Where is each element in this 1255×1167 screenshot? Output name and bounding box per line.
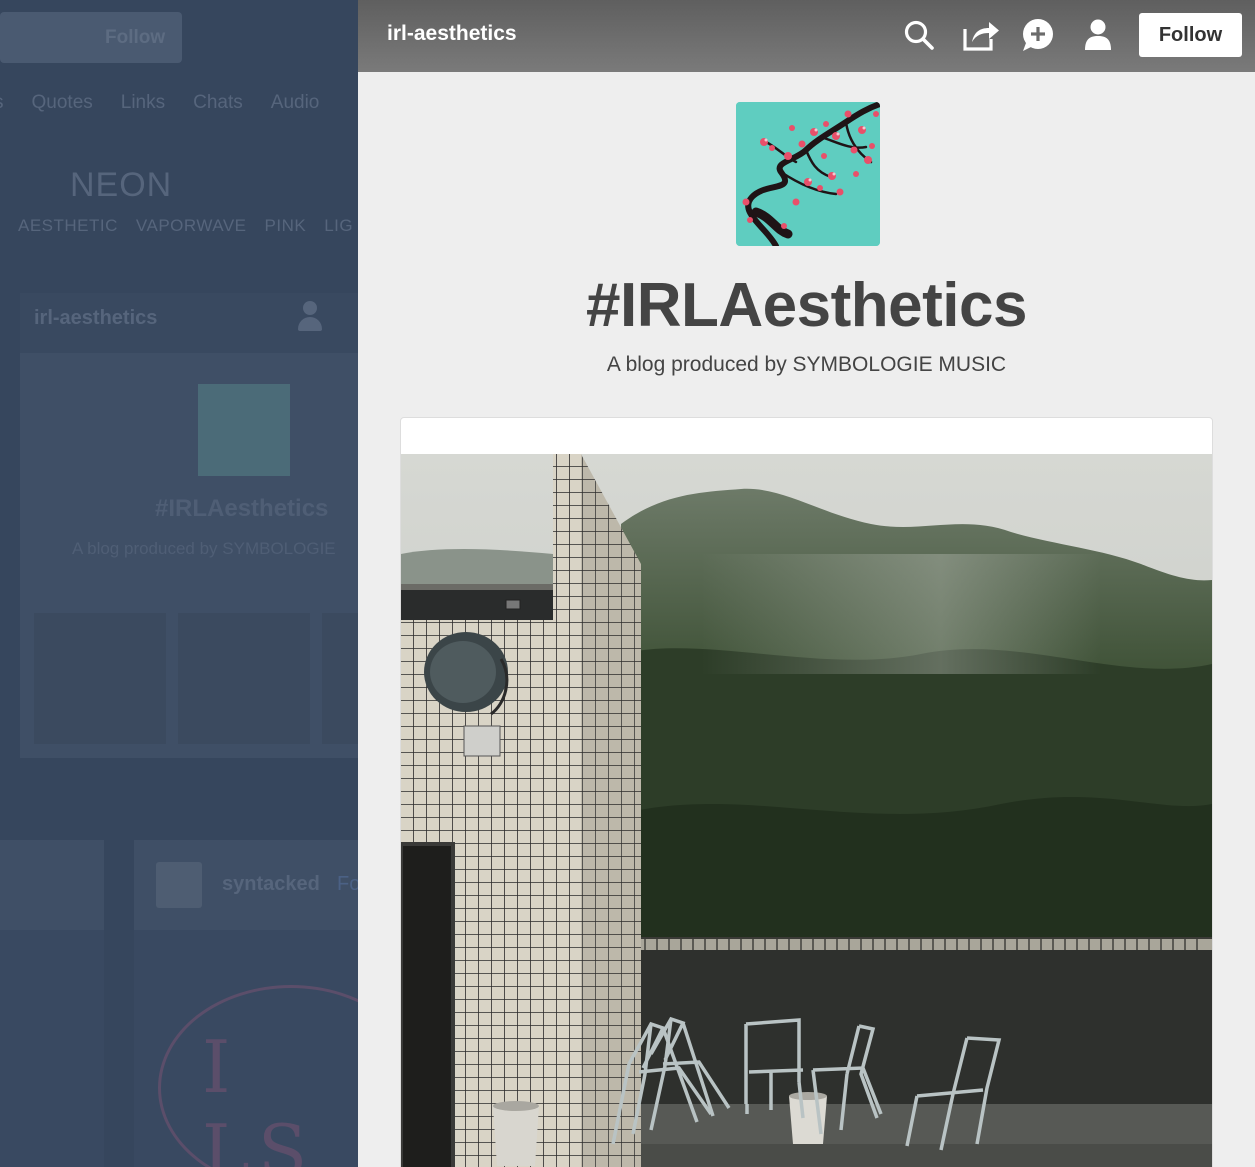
background-post-header: syntacked Fo [134, 840, 358, 930]
background-follow-button[interactable]: Follow [0, 12, 182, 63]
tag-item[interactable]: VAPORWAVE [136, 216, 247, 235]
blog-panel: irl-aesthetics Follow #IRLAesthetics A b… [358, 0, 1255, 1167]
post-photo[interactable] [401, 454, 1212, 1167]
tag-item[interactable]: PINK [265, 216, 307, 235]
tag-item[interactable]: LIG [324, 216, 353, 235]
post-type-item[interactable]: Links [121, 92, 165, 113]
post-type-item[interactable]: Chats [193, 92, 243, 113]
blog-post[interactable] [400, 417, 1213, 1167]
blog-avatar[interactable] [736, 102, 880, 246]
post-type-item[interactable]: Audio [271, 92, 320, 113]
blog-name[interactable]: irl-aesthetics [387, 22, 517, 46]
user-icon[interactable] [1080, 17, 1116, 53]
background-post-header [0, 840, 104, 930]
background-card-thumbnail[interactable] [34, 613, 166, 744]
background-card-blog-name: irl-aesthetics [34, 307, 158, 329]
background-post-type-nav: s Quotes Links Chats Audio [0, 92, 347, 114]
background-card-thumbnail[interactable] [322, 613, 358, 744]
blog-title: #IRLAesthetics [586, 271, 1027, 340]
post-type-item[interactable]: s [0, 92, 4, 113]
background-follow-label: Follow [105, 27, 166, 48]
tag-item[interactable]: AESTHETIC [18, 216, 118, 235]
blog-description: A blog produced by SYMBOLOGIE MUSIC [606, 353, 1007, 376]
background-post-body: I LS [134, 930, 358, 1167]
search-icon[interactable] [901, 17, 937, 53]
background-post-body [0, 930, 104, 1167]
background-card-description: A blog produced by SYMBOLOGIE [72, 539, 336, 558]
share-icon[interactable] [962, 17, 999, 53]
background-neon-title: NEON [70, 166, 173, 204]
background-card-thumbnail[interactable] [178, 613, 310, 744]
background-post-avatar[interactable] [156, 862, 202, 908]
post-type-item[interactable]: Quotes [32, 92, 93, 113]
background-blog-card[interactable]: irl-aesthetics #IRLAesthetics A blog pro… [20, 293, 358, 758]
background-card-header: irl-aesthetics [20, 293, 358, 353]
message-icon[interactable] [1020, 17, 1056, 53]
background-post-follow[interactable]: Fo [337, 873, 358, 896]
background-post-author[interactable]: syntacked [222, 873, 320, 896]
scribble-text: I LS [202, 1025, 316, 1167]
blog-header-bar: irl-aesthetics Follow [358, 0, 1255, 72]
background-card-avatar [198, 384, 290, 476]
background-card-title: #IRLAesthetics [155, 495, 329, 522]
background-tag-list: AESTHETIC VAPORWAVE PINK LIG [18, 216, 358, 236]
background-dashboard: Follow s Quotes Links Chats Audio NEON AESTH… [0, 0, 358, 1167]
follow-button[interactable]: Follow [1139, 13, 1242, 57]
user-icon[interactable] [298, 301, 322, 335]
